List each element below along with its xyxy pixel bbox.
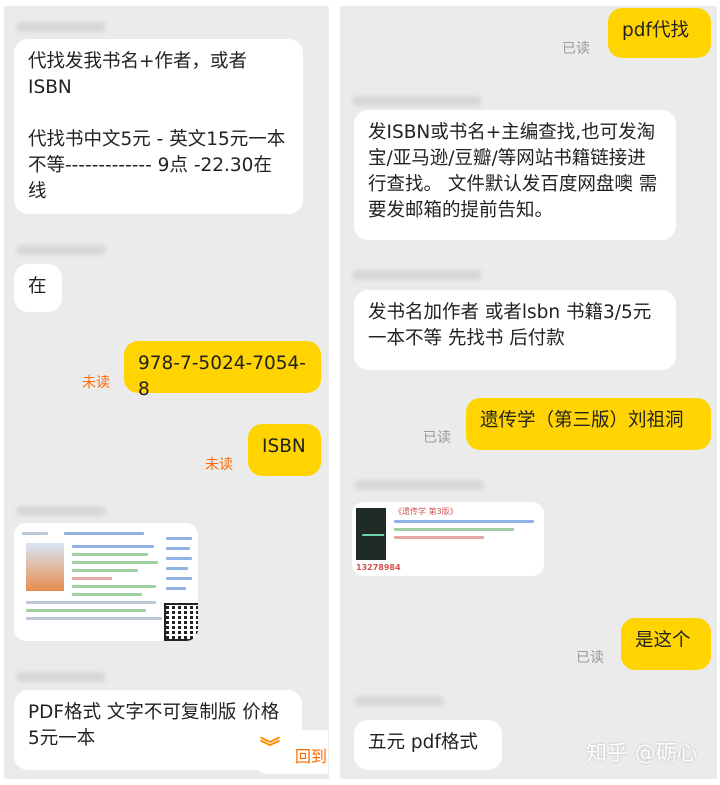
book-page-screenshot-card[interactable] — [14, 523, 198, 641]
text-line-placeholder — [72, 585, 156, 588]
book-search-result-card[interactable]: 《遗传学 第3版》 13278984 — [352, 502, 544, 576]
book-cover-image — [26, 543, 64, 591]
message-bubble-incoming: 在 — [14, 264, 62, 312]
sender-name-blurred — [354, 696, 444, 706]
sender-name-blurred — [16, 506, 106, 516]
text-line-placeholder — [72, 569, 138, 572]
watermark-author: @砺心 — [634, 741, 698, 765]
message-bubble-incoming: 五元 pdf格式 — [354, 720, 502, 770]
message-bubble-outgoing: 是这个 — [621, 618, 711, 670]
message-bubble-incoming: 代找发我书名+作者，或者ISBN 代找书中文5元 - 英文15元一本不等----… — [14, 39, 303, 214]
read-status: 已读 — [562, 41, 590, 57]
text-line-placeholder — [166, 577, 192, 580]
message-bubble-outgoing: 遗传学（第三版）刘祖洞 — [466, 398, 711, 450]
scroll-back-label[interactable]: 回到 — [295, 743, 327, 767]
sender-name-blurred — [354, 480, 484, 490]
chat-panel-left: 代找发我书名+作者，或者ISBN 代找书中文5元 - 英文15元一本不等----… — [4, 6, 329, 779]
text-line-placeholder — [166, 557, 192, 560]
text-line-placeholder — [72, 545, 154, 548]
text-line-placeholder — [166, 587, 186, 590]
book-title-text: 《遗传学 第3版》 — [394, 507, 458, 516]
double-chevron-down-icon[interactable]: ︾ — [260, 737, 280, 757]
text-line-placeholder — [72, 553, 148, 556]
qr-code-icon — [164, 603, 198, 641]
text-line-placeholder — [166, 537, 192, 540]
sender-name-blurred — [352, 96, 482, 106]
text-line-placeholder — [26, 601, 156, 604]
text-line-placeholder — [394, 528, 514, 531]
watermark-brand: 知乎 — [586, 741, 628, 765]
book-cover-title-placeholder — [22, 532, 48, 535]
read-status: 已读 — [423, 430, 451, 446]
sender-name-blurred — [16, 672, 106, 682]
book-price-text: 13278984 — [356, 563, 401, 572]
sender-name-blurred — [16, 22, 106, 32]
sender-name-blurred — [16, 245, 106, 255]
message-bubble-incoming: 发ISBN或书名+主编查找,也可发淘宝/亚马逊/豆瓣/等网站书籍链接进行查找。 … — [354, 110, 676, 240]
text-line-placeholder — [26, 617, 162, 620]
chat-panel-right: 已读 pdf代找 发ISBN或书名+主编查找,也可发淘宝/亚马逊/豆瓣/等网站书… — [340, 6, 717, 779]
text-line-placeholder — [26, 609, 146, 612]
book-cover-image — [356, 508, 386, 560]
text-line-placeholder — [166, 547, 190, 550]
text-line-placeholder — [72, 577, 112, 580]
message-bubble-incoming: 发书名加作者 或者lsbn 书籍3/5元一本不等 先找书 后付款 — [354, 290, 676, 370]
text-line-placeholder — [64, 532, 144, 535]
watermark: 知乎 @砺心 — [586, 737, 698, 767]
unread-status: 未读 — [82, 375, 110, 391]
sender-name-blurred — [352, 270, 482, 280]
read-status: 已读 — [576, 650, 604, 666]
text-line-placeholder — [72, 561, 158, 564]
text-line-placeholder — [166, 567, 188, 570]
message-bubble-outgoing: 978-7-5024-7054-8 — [124, 341, 321, 400]
text-line-placeholder — [394, 520, 534, 523]
message-bubble-outgoing: ISBN — [248, 424, 321, 476]
text-line-placeholder — [394, 536, 484, 539]
message-bubble-outgoing: pdf代找 — [608, 8, 711, 58]
text-line-placeholder — [72, 593, 142, 596]
unread-status: 未读 — [205, 457, 233, 473]
